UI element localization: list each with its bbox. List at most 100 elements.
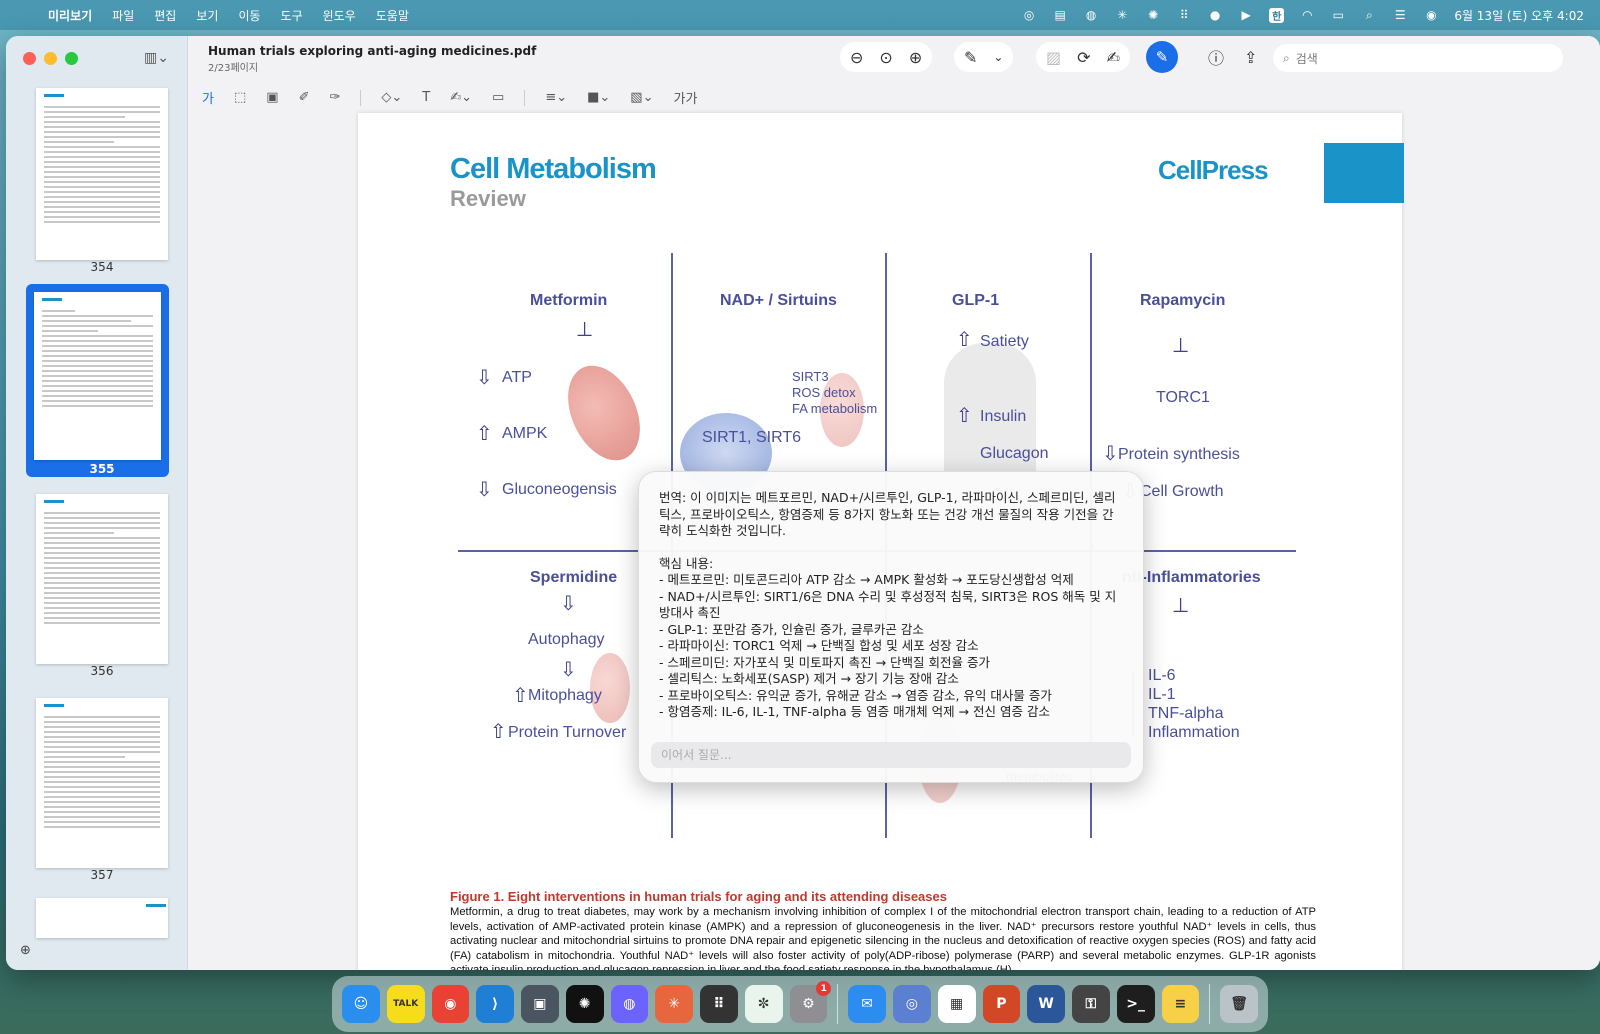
dock-vscode-icon[interactable]: ⟩ <box>476 985 514 1023</box>
fullscreen-window-button[interactable] <box>65 52 78 65</box>
grid-icon[interactable]: ⠿ <box>1176 8 1192 22</box>
dock-icon-glyph: P <box>996 996 1007 1012</box>
play-icon[interactable]: ▶ <box>1238 8 1254 22</box>
dock-word-icon[interactable]: W <box>1027 985 1065 1023</box>
dock-terminal-icon[interactable]: >_ <box>1116 985 1155 1023</box>
border-color-icon[interactable]: ■⌄ <box>587 90 610 105</box>
fill-color-icon[interactable]: ▧⌄ <box>630 90 653 105</box>
translation-popover: 번역: 이 이미지는 메트포르민, NAD+/시르투인, GLP-1, 라파마이… <box>638 471 1144 783</box>
dock-system-settings-icon[interactable]: ⚙ 1 <box>789 981 832 1023</box>
dock-chatgpt-icon[interactable]: ✺ <box>565 985 604 1023</box>
search-icon: ⌕ <box>1283 50 1290 65</box>
dock-launchpad-icon[interactable]: ⠿ <box>700 985 738 1023</box>
battery-icon[interactable]: ▭ <box>1330 8 1346 22</box>
menu-window[interactable]: 윈도우 <box>313 7 366 24</box>
journal-section: Review <box>450 186 526 211</box>
note-icon[interactable]: ▭ <box>492 90 504 105</box>
close-window-button[interactable] <box>23 52 36 65</box>
menu-file[interactable]: 파일 <box>102 7 144 24</box>
text-style-button[interactable]: 가가 <box>673 88 697 107</box>
files-icon[interactable]: ▤ <box>1052 8 1068 22</box>
chat-bubble-icon[interactable]: ● <box>1207 8 1223 22</box>
minimize-window-button[interactable] <box>44 52 57 65</box>
edit-controls: ▨ ⟳ ✍ <box>1036 42 1130 72</box>
dock-powerpoint-icon[interactable]: P <box>982 985 1021 1023</box>
rect-select-icon[interactable]: ⬚ <box>234 90 246 105</box>
menu-tools[interactable]: 도구 <box>271 7 313 24</box>
label-inflammation: Inflammation <box>1148 724 1240 741</box>
dock-messenger-icon[interactable]: ◍ <box>610 985 649 1023</box>
sign-icon[interactable]: ✍⌄ <box>450 90 472 105</box>
airdrop-icon[interactable]: ◎ <box>1021 8 1037 22</box>
zoom-fit-icon[interactable]: ⊙ <box>879 48 892 67</box>
popover-point: - GLP-1: 포만감 증가, 인슐린 증가, 글루카곤 감소 <box>659 621 924 637</box>
markup-sign-icon[interactable]: ✍ <box>1107 48 1120 67</box>
label-il1: IL-1 <box>1148 686 1176 703</box>
menu-view[interactable]: 보기 <box>186 7 228 24</box>
share-icon[interactable]: ⇪ <box>1244 48 1257 67</box>
claude-icon[interactable]: ✳ <box>1114 8 1130 22</box>
dock-icon-glyph: ✺ <box>578 996 591 1012</box>
control-center-icon[interactable]: ☰ <box>1392 8 1408 22</box>
dock-icon-glyph: ☺ <box>353 996 369 1012</box>
sidebar-toggle-icon[interactable]: ▥⌄ <box>144 50 169 66</box>
dock-trash-icon[interactable]: 🗑 <box>1220 985 1258 1023</box>
input-method-indicator[interactable]: 한 <box>1269 7 1285 23</box>
chevron-down-icon[interactable]: ⌄ <box>993 50 1003 64</box>
messenger-icon[interactable]: ◍ <box>1083 8 1099 22</box>
draw-icon[interactable]: ✑ <box>329 90 340 105</box>
dock-mail-icon[interactable]: ✉ <box>848 985 886 1023</box>
dock-claude-icon[interactable]: ✳ <box>655 985 693 1023</box>
popover-point: - 프로바이오틱스: 유익균 증가, 유해균 감소 → 염증 감소, 유익 대사… <box>659 687 1052 703</box>
line-style-icon[interactable]: ≡⌄ <box>545 90 567 105</box>
dock-kakaotalk-icon[interactable]: TALK <box>386 985 425 1023</box>
dock-xcode-helper-icon[interactable]: ◎ <box>893 985 931 1023</box>
menu-help[interactable]: 도움말 <box>366 7 419 24</box>
menu-clock[interactable]: 6월 13일 (토) 오후 4:02 <box>1454 7 1584 24</box>
add-page-icon[interactable]: ⊕ <box>20 943 31 958</box>
siri-icon[interactable]: ◉ <box>1423 8 1439 22</box>
search-field[interactable]: ⌕ 검색 <box>1273 44 1563 72</box>
image-icon[interactable]: ▨ <box>1046 48 1061 67</box>
page-thumbnail-356[interactable] <box>36 494 168 664</box>
highlight-pen-icon[interactable]: ✎ <box>964 48 977 67</box>
page-number-label: 356 <box>90 664 114 678</box>
menu-bar: 미리보기 파일 편집 보기 이동 도구 윈도우 도움말 ◎ ▤ ◍ ✳ ✺ ⠿ … <box>0 0 1600 30</box>
page-thumbnail-357[interactable] <box>36 698 168 868</box>
chatgpt-icon[interactable]: ✺ <box>1145 8 1161 22</box>
menu-edit[interactable]: 편집 <box>144 7 186 24</box>
smart-lasso-icon[interactable]: ▣ <box>266 90 278 105</box>
rotate-icon[interactable]: ⟳ <box>1077 48 1090 67</box>
page-thumbnail-354[interactable] <box>36 88 168 260</box>
dock-preview-icon[interactable]: ▣ <box>521 985 559 1023</box>
text-box-icon[interactable]: T <box>422 90 430 105</box>
dock-notes-icon[interactable]: ≡ <box>1161 985 1200 1023</box>
dock-icon-glyph: ⟩ <box>491 996 499 1012</box>
shapes-icon[interactable]: ◇⌄ <box>381 90 402 105</box>
journal-name: Cell Metabolism <box>450 153 657 185</box>
spotlight-search-icon[interactable]: ⌕ <box>1361 8 1377 22</box>
sketch-icon[interactable]: ✐ <box>299 90 310 105</box>
dock-perplexity-icon[interactable]: ✼ <box>744 985 783 1023</box>
dock-numbers-icon[interactable]: ▦ <box>937 985 976 1023</box>
label-il6: IL-6 <box>1148 667 1176 684</box>
zoom-controls: ⊖ ⊙ ⊕ <box>840 42 933 72</box>
down-arrow-icon: ⇩ <box>1102 441 1119 465</box>
zoom-in-icon[interactable]: ⊕ <box>909 48 922 67</box>
dock-keychain-icon[interactable]: ⚿ <box>1072 985 1110 1023</box>
menu-go[interactable]: 이동 <box>228 7 270 24</box>
page-thumbnail-355[interactable] <box>34 292 161 460</box>
section-title-glp1: GLP-1 <box>952 292 1000 309</box>
page-thumbnail-358[interactable] <box>36 898 168 938</box>
markup-icon[interactable]: ✎ <box>1146 41 1178 73</box>
menu-app-name[interactable]: 미리보기 <box>38 7 102 24</box>
info-icon[interactable]: ⓘ <box>1208 45 1224 69</box>
dock-separator <box>1209 984 1211 1024</box>
text-selection-icon[interactable]: 가 <box>202 88 214 107</box>
follow-up-question-input[interactable] <box>651 742 1131 768</box>
dock-chrome-icon[interactable]: ◉ <box>431 985 470 1023</box>
label-satiety: Satiety <box>980 333 1029 350</box>
dock-finder-icon[interactable]: ☺ <box>342 985 380 1023</box>
wifi-icon[interactable]: ◠ <box>1299 8 1315 22</box>
zoom-out-icon[interactable]: ⊖ <box>850 48 863 67</box>
